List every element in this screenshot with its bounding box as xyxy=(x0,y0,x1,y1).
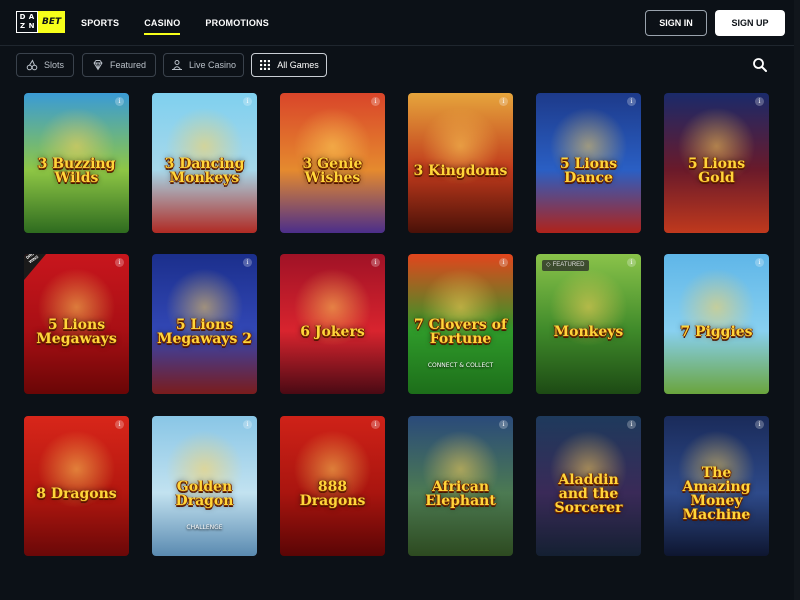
logo-letter: A xyxy=(28,13,35,21)
game-tile[interactable]: 7 Piggies i xyxy=(664,254,769,394)
diamond-icon: ◇ xyxy=(546,262,551,268)
info-icon[interactable]: i xyxy=(115,420,124,429)
game-tile[interactable]: 6 Jokers i xyxy=(280,254,385,394)
game-tile[interactable]: 8 Dragons i xyxy=(24,416,129,556)
bet-logo-text: BET xyxy=(38,11,66,33)
game-subtitle: CONNECT & COLLECT xyxy=(427,362,494,370)
search-icon[interactable] xyxy=(752,57,768,73)
game-title: Monkeys xyxy=(553,324,624,341)
game-tile[interactable]: Monkeys ◇ FEATURED i xyxy=(536,254,641,394)
info-icon[interactable]: i xyxy=(499,420,508,429)
game-tile[interactable]: 5 Lions Gold i xyxy=(664,93,769,233)
nav-sports[interactable]: SPORTS xyxy=(81,0,119,46)
dazn-logo-mark: D A Z N xyxy=(16,11,38,33)
game-tile[interactable]: African Elephant i xyxy=(408,416,513,556)
nav-casino[interactable]: CASINO xyxy=(144,0,181,46)
grid-icon xyxy=(259,59,271,71)
game-title: 7 Clovers of Fortune xyxy=(414,317,507,348)
game-title: 5 Lions Megaways xyxy=(36,317,117,348)
game-title: 5 Lions Gold xyxy=(687,156,746,187)
page-scrollbar[interactable] xyxy=(794,0,800,600)
category-filter-bar: Slots Featured Live Casino All Games xyxy=(0,46,800,86)
info-icon[interactable]: i xyxy=(755,258,764,267)
logo-letter: N xyxy=(28,22,35,30)
filter-featured[interactable]: Featured xyxy=(82,53,156,77)
info-icon[interactable]: i xyxy=(243,420,252,429)
game-title: 5 Lions Megaways 2 xyxy=(156,317,253,348)
game-tile[interactable]: Golden Dragon CHALLENGE i xyxy=(152,416,257,556)
filter-live-casino-label: Live Casino xyxy=(188,60,237,70)
info-icon[interactable]: i xyxy=(755,420,764,429)
game-tile[interactable]: 5 Lions Dance i xyxy=(536,93,641,233)
game-tile[interactable]: 3 Buzzing Wilds i xyxy=(24,93,129,233)
info-icon[interactable]: i xyxy=(499,258,508,267)
filter-all-games[interactable]: All Games xyxy=(251,53,327,77)
main-nav: SPORTS CASINO PROMOTIONS xyxy=(81,0,294,46)
sign-in-button[interactable]: SIGN IN xyxy=(645,10,707,36)
game-subtitle: CHALLENGE xyxy=(186,524,223,532)
sign-up-button[interactable]: SIGN UP xyxy=(715,10,785,36)
logo-letter: D xyxy=(19,13,26,21)
game-tile[interactable]: Aladdin and the Sorcerer i xyxy=(536,416,641,556)
dazn-bet-logo[interactable]: D A Z N BET xyxy=(16,11,66,33)
game-title: 7 Piggies xyxy=(680,324,753,341)
info-icon[interactable]: i xyxy=(371,97,380,106)
game-tile[interactable]: 3 Kingdoms i xyxy=(408,93,513,233)
info-icon[interactable]: i xyxy=(371,420,380,429)
filter-slots[interactable]: Slots xyxy=(16,53,74,77)
diamond-icon xyxy=(92,59,104,71)
info-icon[interactable]: i xyxy=(371,258,380,267)
game-title: 3 Buzzing Wilds xyxy=(37,156,116,187)
game-tile[interactable]: 7 Clovers of Fortune CONNECT & COLLECT i xyxy=(408,254,513,394)
game-title: 6 Jokers xyxy=(300,324,365,341)
logo-letter: Z xyxy=(19,22,26,30)
info-icon[interactable]: i xyxy=(627,420,636,429)
filter-live-casino[interactable]: Live Casino xyxy=(163,53,244,77)
filter-all-games-label: All Games xyxy=(277,60,319,70)
info-icon[interactable]: i xyxy=(755,97,764,106)
featured-badge: ◇ FEATURED xyxy=(542,260,589,271)
game-tile[interactable]: 3 Genie Wishes i xyxy=(280,93,385,233)
game-title: Aladdin and the Sorcerer xyxy=(554,472,623,517)
filter-featured-label: Featured xyxy=(109,60,147,70)
game-title: 3 Dancing Monkeys xyxy=(164,156,245,187)
info-icon[interactable]: i xyxy=(115,97,124,106)
game-tile[interactable]: The Amazing Money Machine i xyxy=(664,416,769,556)
filter-slots-label: Slots xyxy=(43,60,64,70)
game-title: 3 Kingdoms xyxy=(413,163,508,180)
featured-badge-label: FEATURED xyxy=(552,262,585,268)
game-tile[interactable]: 3 Dancing Monkeys i xyxy=(152,93,257,233)
game-tile[interactable]: 5 Lions MegawaysDROPS & WINSi xyxy=(24,254,129,394)
info-icon[interactable]: i xyxy=(499,97,508,106)
game-title: 8 Dragons xyxy=(36,486,117,503)
info-icon[interactable]: i xyxy=(243,97,252,106)
game-tile[interactable]: 888 Dragons i xyxy=(280,416,385,556)
game-title: 3 Genie Wishes xyxy=(302,156,363,187)
game-title: The Amazing Money Machine xyxy=(682,465,751,524)
cherries-icon xyxy=(26,59,38,71)
info-icon[interactable]: i xyxy=(627,258,636,267)
nav-promotions[interactable]: PROMOTIONS xyxy=(205,0,269,46)
game-title: Golden Dragon xyxy=(175,479,234,510)
top-header: D A Z N BET SPORTS CASINO PROMOTIONS SIG… xyxy=(0,0,800,46)
dealer-icon xyxy=(171,59,183,71)
info-icon[interactable]: i xyxy=(243,258,252,267)
game-title: 888 Dragons xyxy=(299,479,366,510)
info-icon[interactable]: i xyxy=(627,97,636,106)
info-icon[interactable]: i xyxy=(115,258,124,267)
game-title: 5 Lions Dance xyxy=(559,156,618,187)
game-tile[interactable]: 5 Lions Megaways 2 i xyxy=(152,254,257,394)
game-title: African Elephant xyxy=(425,479,496,510)
